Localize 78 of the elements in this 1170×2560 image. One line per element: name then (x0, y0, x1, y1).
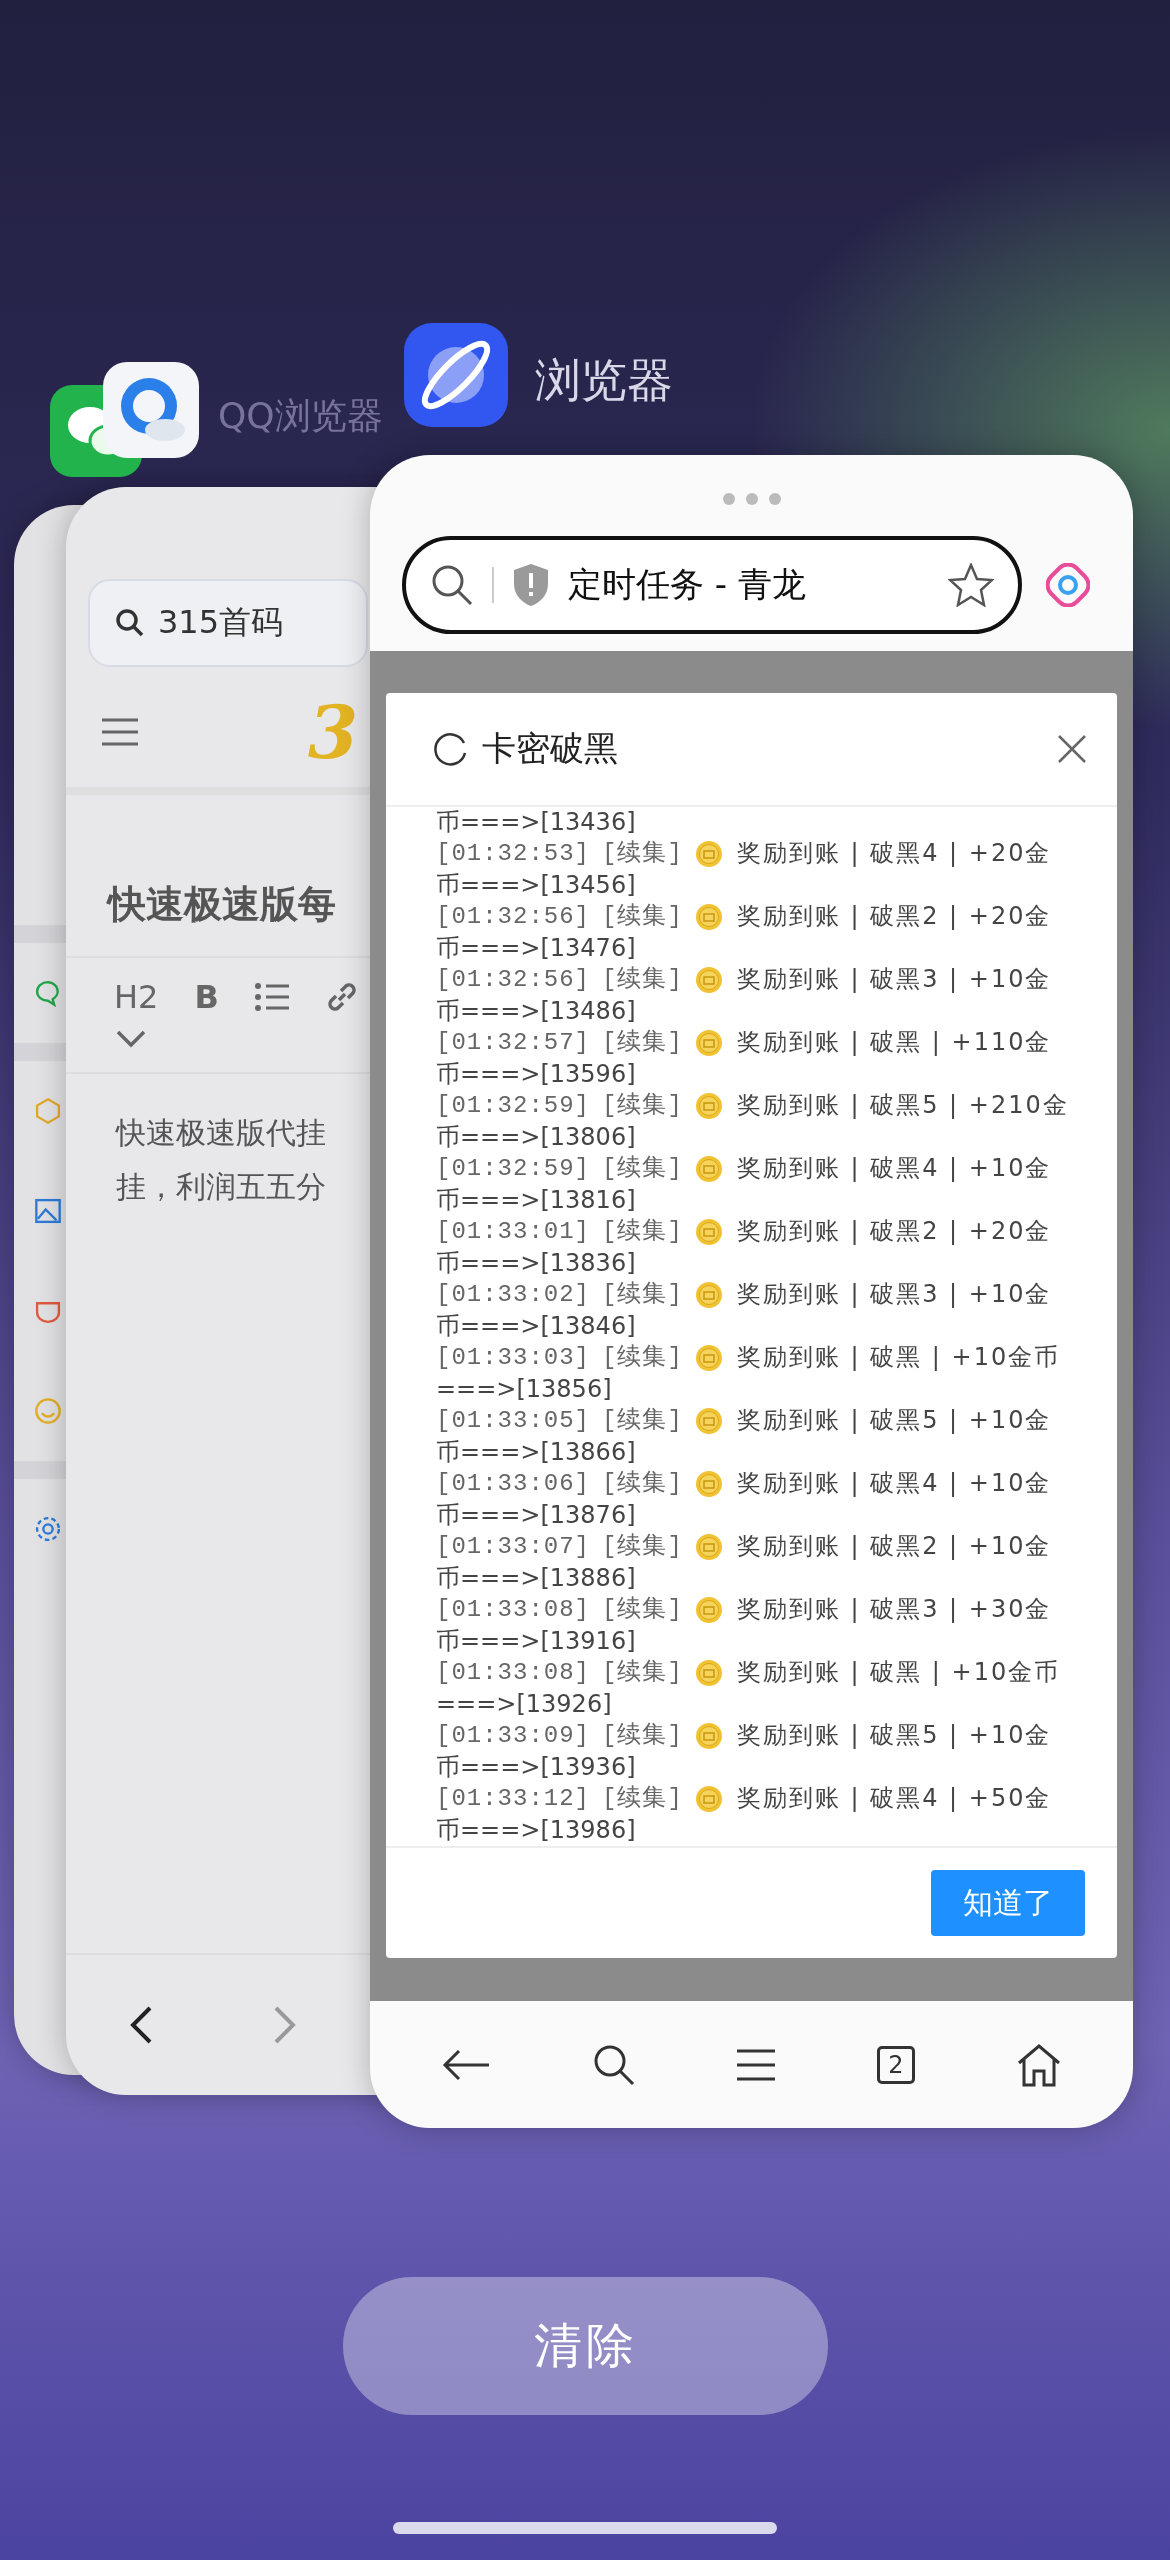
coin-icon (694, 840, 723, 869)
log-message: 奖励到账 | 破黑4 | +10金 (736, 1468, 1052, 1500)
shield-icon (512, 562, 550, 607)
log-message: 奖励到账 | 破黑 | +10金币 (736, 1657, 1061, 1689)
log-tag: [续集] (602, 964, 683, 996)
browser-app-icon[interactable] (103, 362, 199, 458)
back-button[interactable] (440, 2047, 491, 2082)
coin-icon (694, 1029, 723, 1058)
log-tag: [续集] (602, 1657, 683, 1689)
app-card[interactable] (370, 455, 1133, 2128)
close-button[interactable] (1057, 734, 1087, 764)
chevron-down-icon[interactable] (116, 1030, 146, 1048)
coin-icon (694, 1155, 723, 1184)
log-message: 奖励到账 | 破黑3 | +30金 (736, 1594, 1052, 1626)
log-message: 奖励到账 | 破黑5 | +10金 (736, 1405, 1052, 1437)
app-label: QQ浏览器 (218, 394, 383, 438)
coin-icon (694, 1218, 723, 1247)
coin-icon (694, 966, 723, 995)
log-tag: [续集] (602, 1405, 683, 1437)
toolbar-button[interactable]: H2 (114, 978, 159, 1016)
log-tag: [续集] (602, 901, 683, 933)
colorful-app-icon[interactable] (1046, 562, 1090, 607)
log-message: 奖励到账 | 破黑3 | +10金 (736, 964, 1052, 996)
log-message: 奖励到账 | 破黑4 | +20金 (736, 838, 1052, 870)
log-message: 奖励到账 | 破黑 | +10金币 (736, 1342, 1061, 1374)
home-button[interactable] (1016, 2042, 1063, 2087)
coin-icon (694, 1470, 723, 1499)
toolbar-button[interactable]: B (194, 978, 219, 1016)
star-icon[interactable] (948, 562, 994, 607)
coin-icon (694, 1659, 723, 1688)
tabs-button[interactable]: 2 (876, 2045, 915, 2084)
body-text: 快速极速版代挂 (116, 1114, 326, 1152)
settings-icon (34, 1515, 62, 1543)
log-tag: [续集] (602, 1279, 683, 1311)
image-icon (34, 1197, 62, 1225)
coin-icon (694, 1407, 723, 1436)
log-tag: [续集] (602, 1720, 683, 1752)
log-tag: [续集] (602, 1027, 683, 1059)
log-message: 奖励到账 | 破黑2 | +20金 (736, 1216, 1052, 1248)
log-message: 奖励到账 | 破黑2 | +20金 (736, 901, 1052, 933)
cube-icon (34, 1097, 62, 1125)
log-tag: [续集] (602, 1531, 683, 1563)
list-icon[interactable] (254, 982, 289, 1012)
log-tag: [续集] (602, 1468, 683, 1500)
log-tag: [续集] (602, 1216, 683, 1248)
coin-icon (694, 1281, 723, 1310)
log-message: 奖励到账 | 破黑2 | +10金 (736, 1531, 1052, 1563)
log-message: 奖励到账 | 破黑5 | +210金 (736, 1090, 1069, 1122)
log-tag: [续集] (602, 1153, 683, 1185)
emoji-icon (34, 1397, 62, 1425)
menu-icon[interactable] (102, 717, 138, 747)
menu-button[interactable] (737, 2047, 776, 2082)
log-message: 奖励到账 | 破黑5 | +10金 (736, 1720, 1052, 1752)
coin-icon (694, 1785, 723, 1814)
log-tag: [续集] (602, 1090, 683, 1122)
chat-icon (34, 979, 62, 1007)
address-bar[interactable]: 定时任务 - 青龙 (402, 535, 1022, 634)
log-message: 奖励到账 | 破黑 | +110金 (736, 1027, 1052, 1059)
site-logo: 3 (308, 689, 359, 775)
log-message: 奖励到账 | 破黑4 | +10金 (736, 1153, 1052, 1185)
coin-icon (694, 1722, 723, 1751)
search-icon (114, 607, 146, 639)
planet-app-icon[interactable] (404, 323, 508, 427)
coin-icon (694, 1092, 723, 1121)
coin-icon (694, 1596, 723, 1625)
search-field[interactable]: 315首码 (88, 579, 368, 667)
coin-icon (694, 1344, 723, 1373)
log-tag: [续集] (602, 1342, 683, 1374)
body-text: 挂，利润五五分 (116, 1168, 326, 1206)
log-message: 奖励到账 | 破黑3 | +10金 (736, 1279, 1052, 1311)
log-tag: [续集] (602, 1594, 683, 1626)
coin-icon (694, 903, 723, 932)
log-tag: [续集] (602, 838, 683, 870)
log-tag: [续集] (602, 1783, 683, 1815)
app-label: 浏览器 (535, 352, 673, 409)
log-message: 奖励到账 | 破黑4 | +50金 (736, 1783, 1052, 1815)
coin-icon (694, 1533, 723, 1562)
loading-spinner-icon (434, 732, 468, 766)
